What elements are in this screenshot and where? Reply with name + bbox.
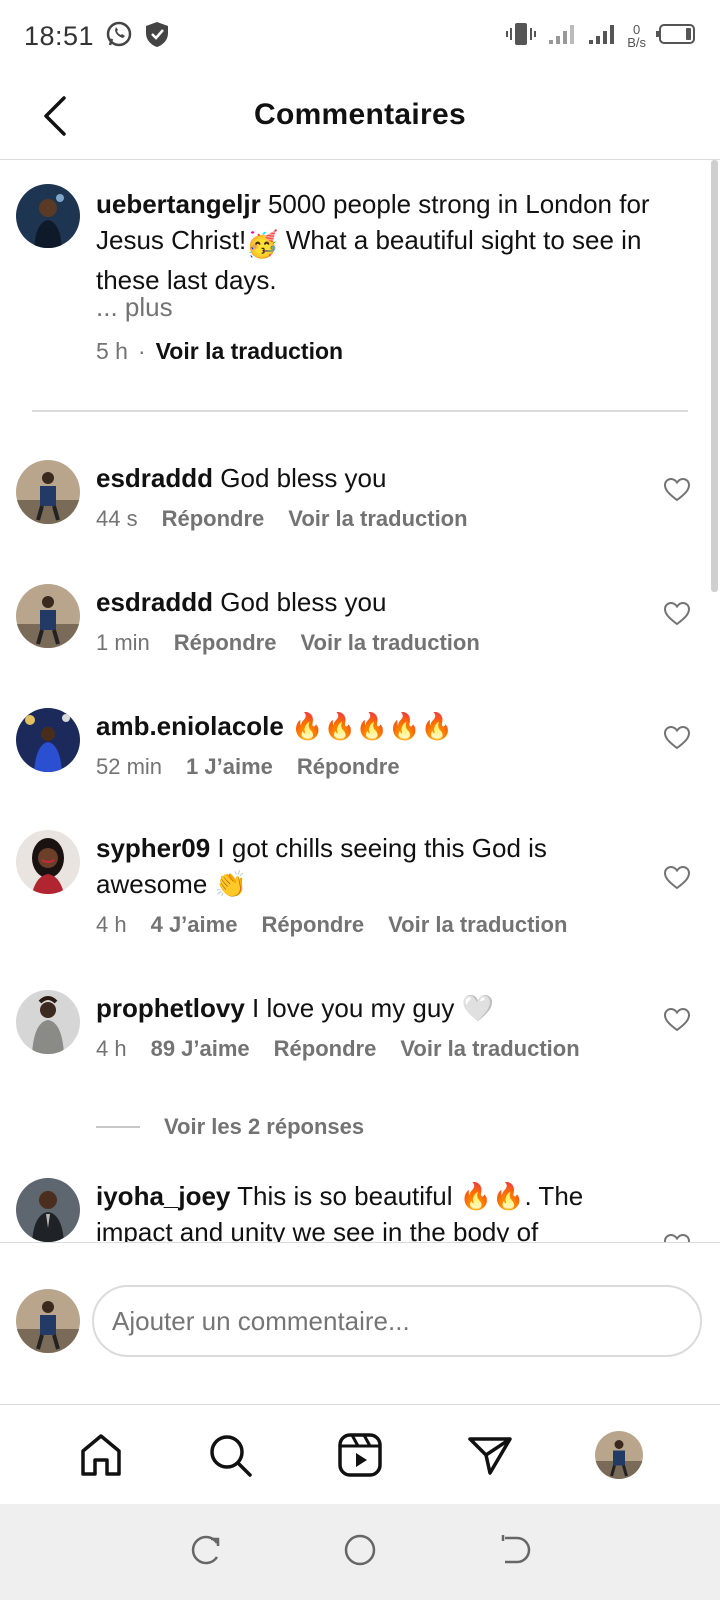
signal-icon	[587, 22, 617, 51]
comment-meta: 1 min Répondre Voir la traduction	[96, 630, 480, 656]
vibrate-icon	[505, 21, 537, 52]
comment-meta: 4 h 4 J’aime Répondre Voir la traduction	[96, 912, 567, 938]
signal-icon	[547, 22, 577, 51]
comment-time: 44 s	[96, 506, 138, 531]
translate-link[interactable]: Voir la traduction	[300, 630, 479, 656]
likes-count[interactable]: 4 J’aime	[151, 912, 238, 938]
shield-icon	[144, 20, 170, 53]
status-bar: 18:51 0 B/s	[0, 0, 720, 72]
net-speed: 0 B/s	[627, 22, 646, 50]
heart-icon[interactable]	[663, 1007, 691, 1032]
home-circle-icon[interactable]	[342, 1532, 378, 1573]
avatar[interactable]	[16, 1289, 80, 1353]
translate-link[interactable]: Voir la traduction	[400, 1036, 579, 1062]
reply-button[interactable]: Répondre	[274, 1036, 377, 1062]
direct-icon[interactable]	[460, 1425, 520, 1485]
avatar[interactable]	[16, 708, 80, 772]
comment-username[interactable]: esdraddd	[96, 587, 213, 617]
caption-text: uebertangeljr 5000 people strong in Lond…	[96, 189, 650, 295]
comment-text: esdraddd God bless you	[96, 587, 387, 617]
comment-time: 4 h	[96, 912, 127, 937]
reels-icon[interactable]	[330, 1425, 390, 1485]
translate-link[interactable]: Voir la traduction	[156, 338, 343, 365]
comment-time: 52 min	[96, 754, 163, 779]
heart-icon[interactable]	[663, 725, 691, 750]
comment-composer	[0, 1242, 720, 1404]
comment-meta: 44 s Répondre Voir la traduction	[96, 506, 468, 532]
heart-icon[interactable]	[663, 601, 691, 626]
likes-count[interactable]: 1 J’aime	[186, 754, 273, 780]
comments-list[interactable]: uebertangeljr 5000 people strong in Lond…	[0, 160, 720, 1242]
battery-icon	[656, 23, 696, 50]
page-title: Commentaires	[253, 98, 466, 131]
back-icon[interactable]	[497, 1533, 531, 1572]
comment-meta: 52 min 1 J’aime Répondre	[96, 754, 400, 780]
comment-username[interactable]: iyoha_joey	[96, 1181, 230, 1211]
heart-icon[interactable]	[663, 477, 691, 502]
comment-text: amb.eniolacole 🔥🔥🔥🔥🔥	[96, 708, 656, 744]
party-face-emoji: 🥳	[246, 229, 279, 259]
comment-input[interactable]	[92, 1285, 702, 1357]
reply-button[interactable]: Répondre	[261, 912, 364, 938]
avatar[interactable]	[16, 1178, 80, 1242]
avatar[interactable]	[16, 584, 80, 648]
heart-icon[interactable]	[663, 1233, 691, 1242]
divider	[32, 410, 688, 412]
replies-line	[96, 1126, 140, 1128]
comment-time: 4 h	[96, 1036, 127, 1061]
comment-text: sypher09 I got chills seeing this God is…	[96, 833, 547, 899]
reply-button[interactable]: Répondre	[174, 630, 277, 656]
comment-username[interactable]: esdraddd	[96, 463, 213, 493]
recent-apps-icon[interactable]	[189, 1533, 223, 1572]
status-time: 18:51	[24, 20, 95, 51]
reply-button[interactable]: Répondre	[297, 754, 400, 780]
avatar[interactable]	[16, 184, 80, 248]
comment-username[interactable]: prophetlovy	[96, 993, 245, 1023]
caption-meta: 5 h · Voir la traduction	[96, 338, 343, 365]
profile-avatar[interactable]	[589, 1425, 649, 1485]
translate-link[interactable]: Voir la traduction	[288, 506, 467, 532]
likes-count[interactable]: 89 J’aime	[151, 1036, 250, 1062]
avatar[interactable]	[16, 990, 80, 1054]
avatar[interactable]	[16, 460, 80, 524]
header: Commentaires	[0, 72, 720, 160]
view-replies-label[interactable]: Voir les 2 réponses	[164, 1114, 364, 1140]
comment-username[interactable]: sypher09	[96, 833, 210, 863]
view-replies[interactable]: Voir les 2 réponses	[96, 1114, 364, 1140]
translate-link[interactable]: Voir la traduction	[388, 912, 567, 938]
comment-meta: 4 h 89 J’aime Répondre Voir la traductio…	[96, 1036, 580, 1062]
whatsapp-icon	[104, 19, 134, 54]
more-link[interactable]: ... plus	[96, 292, 173, 323]
bottom-nav	[0, 1404, 720, 1504]
reply-button[interactable]: Répondre	[162, 506, 265, 532]
search-icon[interactable]	[200, 1425, 260, 1485]
system-nav	[0, 1504, 720, 1600]
caption-time: 5 h	[96, 338, 128, 364]
comment-text: iyoha_joey This is so beautiful 🔥🔥. The …	[96, 1181, 584, 1242]
fire-emoji: 🔥🔥🔥🔥🔥	[283, 711, 453, 741]
caption-username[interactable]: uebertangeljr	[96, 189, 261, 219]
comment-text: esdraddd God bless you	[96, 463, 387, 493]
avatar[interactable]	[16, 830, 80, 894]
comment-username[interactable]: amb.eniolacole	[96, 711, 284, 741]
comment-text: prophetlovy I love you my guy 🤍	[96, 993, 494, 1023]
heart-icon[interactable]	[663, 865, 691, 890]
comment-time: 1 min	[96, 630, 150, 655]
separator-dot: ·	[137, 338, 146, 364]
home-icon[interactable]	[71, 1425, 131, 1485]
